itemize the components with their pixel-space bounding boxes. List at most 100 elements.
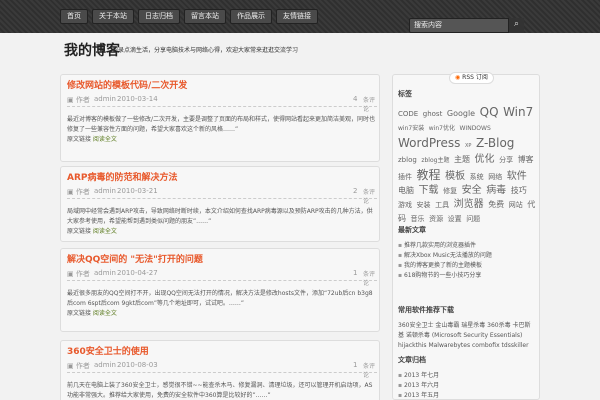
tag[interactable]: WordPress <box>398 136 460 150</box>
tag[interactable]: ghost <box>423 110 443 118</box>
post-title[interactable]: ARP病毒的防范和解决方法 <box>67 170 178 183</box>
tag[interactable]: 修复 <box>443 187 457 195</box>
tag[interactable]: 网络 <box>488 173 502 181</box>
post-title[interactable]: 360安全卫士的使用 <box>67 344 149 357</box>
excerpt-text: 局域网中经常会遇到ARP攻击，导致网络时断时续，本文介绍如何查找ARP病毒源以及… <box>67 208 373 225</box>
post-title[interactable]: 解决QQ空间的 "无法"打开的问题 <box>67 252 203 265</box>
post-comments[interactable]: 4 <box>353 95 357 103</box>
rss-subscribe[interactable]: ◉ RSS 订阅 <box>449 72 494 84</box>
tag[interactable]: zblog <box>398 156 417 164</box>
tag[interactable]: 工具 <box>435 201 449 209</box>
tag[interactable]: Win7 <box>503 105 533 119</box>
tag[interactable]: 资源 <box>429 215 443 223</box>
post-author[interactable]: admin <box>94 269 116 277</box>
tag[interactable]: 音乐 <box>411 215 425 223</box>
tag[interactable]: 优化 <box>475 154 495 165</box>
tag[interactable]: Z-Blog <box>476 136 514 150</box>
recent-posts-title: 最新文章 <box>398 226 426 234</box>
recent-post-item[interactable]: 我的博客更换了新的主题模板 <box>398 261 492 271</box>
comments-label: 条评论 <box>363 363 376 379</box>
tag[interactable]: win7安装 <box>398 125 424 132</box>
post-date: 2010-08-03 <box>117 361 158 369</box>
nav-works[interactable]: 作品展示 <box>230 9 272 24</box>
recent-posts-list: 推荐几款实用的浏览器插件 解决Xbox Music无法播放的问题 我的博客更换了… <box>398 241 492 281</box>
post-excerpt: 最近对博客的模板做了一些修改/二次开发，主要是调整了页面的布局和样式，使得网站看… <box>67 116 376 143</box>
author-icon: ▣ 作者 <box>67 96 90 104</box>
software-list[interactable]: 360安全卫士 金山毒霸 瑞星杀毒 360杀毒 卡巴斯基 诺顿杀毒 (Micro… <box>398 321 536 351</box>
tag[interactable]: 免费 <box>488 200 504 209</box>
archive-item[interactable]: 2013 年七月 <box>398 371 439 381</box>
tag[interactable]: 主题 <box>454 155 470 164</box>
tag[interactable]: 问题 <box>466 215 480 223</box>
tag[interactable]: WINDOWS <box>460 125 491 132</box>
post-comments[interactable]: 1 <box>353 361 357 369</box>
recent-post-item[interactable]: 解决Xbox Music无法播放的问题 <box>398 251 492 261</box>
author-icon: ▣ 作者 <box>67 362 90 370</box>
post-excerpt: 局域网中经常会遇到ARP攻击，导致网络时断时续，本文介绍如何查找ARP病毒源以及… <box>67 208 373 235</box>
tag[interactable]: 教程 <box>417 168 441 182</box>
post-excerpt: 最近很多朋友的QQ空间打不开，出现QQ空间无法打开的情况，解决方法是修改host… <box>67 290 373 317</box>
post-card: ARP病毒的防范和解决方法 ▣ 作者 admin 2010-03-21 2 条评… <box>60 166 380 242</box>
nav-about[interactable]: 关于本站 <box>92 9 134 24</box>
read-more-link[interactable]: 阅读全文 <box>93 228 117 235</box>
main-nav: 首页 关于本站 日志归档 留言本站 作品展示 友情链接 <box>60 9 318 24</box>
post-meta: ▣ 作者 admin 2010-08-03 1 条评论 <box>67 361 377 379</box>
tag[interactable]: 下载 <box>419 185 439 196</box>
archive-item[interactable]: 2013 年六月 <box>398 381 439 391</box>
post-comments[interactable]: 2 <box>353 187 357 195</box>
post-comments[interactable]: 1 <box>353 269 357 277</box>
tag[interactable]: XP <box>465 143 471 149</box>
tag[interactable]: 安全 <box>462 185 482 196</box>
tag[interactable]: 电脑 <box>398 186 414 195</box>
nav-home[interactable]: 首页 <box>60 9 88 24</box>
comments-label: 条评论 <box>363 189 376 205</box>
post-author[interactable]: admin <box>94 187 116 195</box>
read-more-link[interactable]: 阅读全文 <box>93 136 117 143</box>
rss-label: RSS 订阅 <box>462 74 488 81</box>
tag[interactable]: 分享 <box>499 156 513 164</box>
tag[interactable]: 插件 <box>398 173 412 181</box>
tag[interactable]: CODE <box>398 110 418 118</box>
post-card: 修改网站的模板代码/二次开发 ▣ 作者 admin 2010-03-14 4 条… <box>60 74 380 162</box>
tag[interactable]: zblog主题 <box>421 157 449 164</box>
nav-archive[interactable]: 日志归档 <box>138 9 180 24</box>
post-card: 360安全卫士的使用 ▣ 作者 admin 2010-08-03 1 条评论 前… <box>60 340 380 400</box>
tag[interactable]: 游戏 <box>398 201 412 209</box>
archive-list: 2013 年七月 2013 年六月 2013 年五月 <box>398 371 439 400</box>
nav-links[interactable]: 友情链接 <box>276 9 318 24</box>
recent-post-item[interactable]: 推荐几款实用的浏览器插件 <box>398 241 492 251</box>
tag[interactable]: 设置 <box>448 215 462 223</box>
sidebar: ◉ RSS 订阅 标签 CODE ghost Google QQ Win7 wi… <box>392 72 540 400</box>
post-meta: ▣ 作者 admin 2010-03-14 4 条评论 <box>67 95 377 113</box>
tag[interactable]: 技巧 <box>511 186 527 195</box>
search-icon[interactable]: ⌕ <box>508 18 524 33</box>
tag[interactable]: win7优化 <box>429 125 455 132</box>
excerpt-text: 前几天在电脑上装了360安全卫士，感觉很不错~~能查杀木马、修复漏洞、清理垃圾，… <box>67 382 373 399</box>
read-more-link[interactable]: 阅读全文 <box>93 310 117 317</box>
post-author[interactable]: admin <box>94 361 116 369</box>
site-description: 记录点滴生活，分享电脑技术与网络心得，欢迎大家常来逛逛交流学习 <box>112 47 299 54</box>
post-title[interactable]: 修改网站的模板代码/二次开发 <box>67 78 187 91</box>
tag[interactable]: 病毒 <box>486 185 506 196</box>
author-icon: ▣ 作者 <box>67 188 90 196</box>
recent-post-item[interactable]: 618购物节的一些小技巧分享 <box>398 271 492 281</box>
post-meta: ▣ 作者 admin 2010-04-27 1 条评论 <box>67 269 377 287</box>
nav-guestbook[interactable]: 留言本站 <box>184 9 226 24</box>
tag[interactable]: 安装 <box>417 201 431 209</box>
tag-cloud: CODE ghost Google QQ Win7 win7安装 win7优化 … <box>398 105 536 226</box>
post-date: 2010-03-14 <box>117 95 158 103</box>
tag[interactable]: 博客 <box>518 155 534 164</box>
post-meta: ▣ 作者 admin 2010-03-21 2 条评论 <box>67 187 377 205</box>
tag[interactable]: Google <box>447 109 475 118</box>
tag[interactable]: 软件 <box>507 171 527 182</box>
tag[interactable]: 网站 <box>509 201 523 209</box>
tag[interactable]: QQ <box>480 105 499 119</box>
excerpt-text: 最近很多朋友的QQ空间打不开，出现QQ空间无法打开的情况，解决方法是修改host… <box>67 290 373 307</box>
tag[interactable]: 浏览器 <box>454 199 484 210</box>
post-date: 2010-03-21 <box>117 187 158 195</box>
post-author[interactable]: admin <box>94 95 116 103</box>
archive-item[interactable]: 2013 年五月 <box>398 391 439 400</box>
tag[interactable]: 模板 <box>445 171 465 182</box>
tag[interactable]: 系统 <box>470 173 484 181</box>
search-input[interactable]: 搜索内容 <box>409 18 524 33</box>
